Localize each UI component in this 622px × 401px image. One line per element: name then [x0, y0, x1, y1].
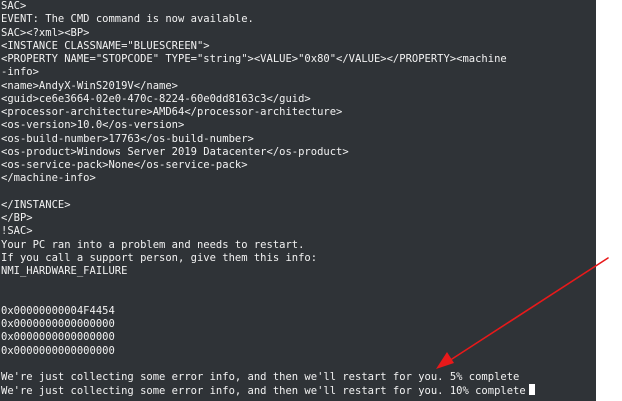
console-line: <os-version>10.0</os-version>: [1, 119, 185, 132]
console-line: <os-product>Windows Server 2019 Datacent…: [1, 145, 349, 158]
console-line: <INSTANCE CLASSNAME="BLUESCREEN">: [1, 39, 210, 52]
console-line: 0x00000000004F4454: [1, 304, 115, 317]
console-line: <os-build-number>17763</os-build-number>: [1, 132, 254, 145]
console-lines: SAC> EVENT: The CMD command is now avail…: [1, 0, 535, 398]
console-line: </BP>: [1, 212, 33, 224]
console-line: </INSTANCE>: [1, 198, 71, 211]
console-line: EVENT: The CMD command is now available.: [1, 13, 254, 26]
console-line: 0x0000000000000000: [1, 318, 115, 330]
console-line: SAC>: [1, 0, 27, 12]
console-line: NMI_HARDWARE_FAILURE: [1, 265, 128, 277]
console-line: !SAC>: [1, 225, 33, 238]
serial-console-window: SAC> EVENT: The CMD command is now avail…: [0, 0, 622, 401]
console-line: 0x0000000000000000: [1, 344, 115, 357]
console-line-last: We're just collecting some error info, a…: [1, 384, 535, 397]
console-line: <name>AndyX-WinS2019V</name>: [1, 79, 179, 92]
console-line-text: We're just collecting some error info, a…: [1, 385, 526, 398]
text-cursor: [528, 384, 535, 396]
console-line: 0x0000000000000000: [1, 331, 115, 344]
console-line: <PROPERTY NAME="STOPCODE" TYPE="string">…: [1, 53, 507, 65]
console-line: SAC><?xml><BP>: [1, 26, 90, 39]
console-line: -info>: [1, 66, 39, 79]
console-line: If you call a support person, give them …: [1, 251, 318, 264]
console-output-area[interactable]: SAC> EVENT: The CMD command is now avail…: [0, 0, 596, 401]
console-line: <guid>ce6e3664-02e0-470c-8224-60e0dd8163…: [1, 92, 311, 105]
console-line: We're just collecting some error info, a…: [1, 371, 520, 383]
console-line: <os-service-pack>None</os-service-pack>: [1, 159, 248, 171]
console-line: <processor-architecture>AMD64</processor…: [1, 106, 343, 118]
console-line: Your PC ran into a problem and needs to …: [1, 238, 305, 251]
console-line: </machine-info>: [1, 172, 96, 185]
